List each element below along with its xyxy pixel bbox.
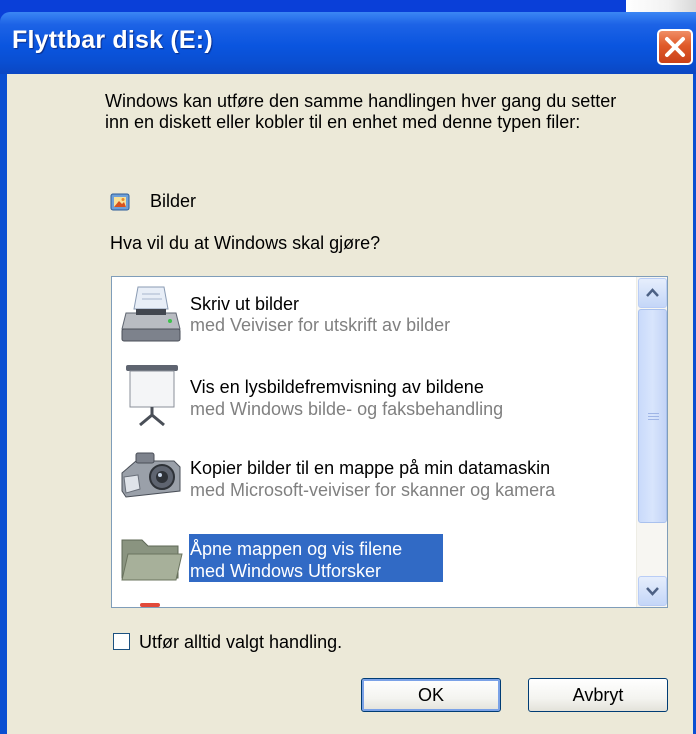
list-item-title: Kopier bilder til en mappe på min datama…: [190, 458, 551, 478]
list-item-subtitle: med Microsoft-veiviser for skanner og ka…: [190, 480, 556, 500]
ok-button[interactable]: OK: [361, 678, 501, 712]
scroll-down-button[interactable]: [638, 576, 667, 606]
scroll-up-button[interactable]: [638, 278, 667, 308]
camera-icon: [121, 452, 181, 498]
scroll-grip-line: [648, 416, 659, 417]
folder-icon: [121, 539, 183, 581]
window-frame-left: [0, 74, 7, 734]
projector-screen-icon: [126, 365, 178, 427]
list-item-subtitle: med Windows bilde- og faksbehandling: [190, 399, 504, 419]
vertical-scrollbar[interactable]: [636, 277, 667, 607]
list-item-subtitle: med Veiviser for utskrift av bilder: [190, 315, 451, 335]
printer-icon: [121, 286, 181, 342]
action-list[interactable]: Skriv ut bilder med Veiviser for utskrif…: [111, 276, 668, 608]
scroll-grip-line: [648, 413, 659, 414]
window-title: Flyttbar disk (E:): [12, 26, 213, 54]
close-icon: [665, 37, 685, 57]
scroll-grip-line: [648, 419, 659, 420]
chevron-up-icon: [646, 288, 659, 297]
intro-text: Windows kan utføre den samme handlingen …: [105, 91, 617, 132]
cancel-button[interactable]: Avbryt: [528, 678, 668, 712]
chevron-down-icon: [646, 587, 659, 596]
dialog-window: Flyttbar disk (E:) Windows kan utføre de…: [0, 0, 696, 734]
pictures-icon: [110, 193, 130, 211]
content-type-label: Bilder: [150, 191, 197, 211]
list-item-title: Skriv ut bilder: [190, 294, 300, 314]
title-bar[interactable]: Flyttbar disk (E:): [0, 12, 696, 74]
close-button[interactable]: [657, 29, 693, 65]
always-do-label[interactable]: Utfør alltid valgt handling.: [139, 632, 342, 653]
question-text: Hva vil du at Windows skal gjøre?: [110, 233, 381, 253]
scroll-thumb[interactable]: [638, 309, 667, 523]
list-item-subtitle: med Windows Utforsker: [190, 561, 382, 581]
list-item-title: Åpne mappen og vis filene: [190, 539, 403, 559]
always-do-checkbox[interactable]: [113, 633, 130, 650]
list-item-title: Vis en lysbildefremvisning av bildene: [190, 377, 484, 397]
list-item-partial: [140, 603, 160, 607]
